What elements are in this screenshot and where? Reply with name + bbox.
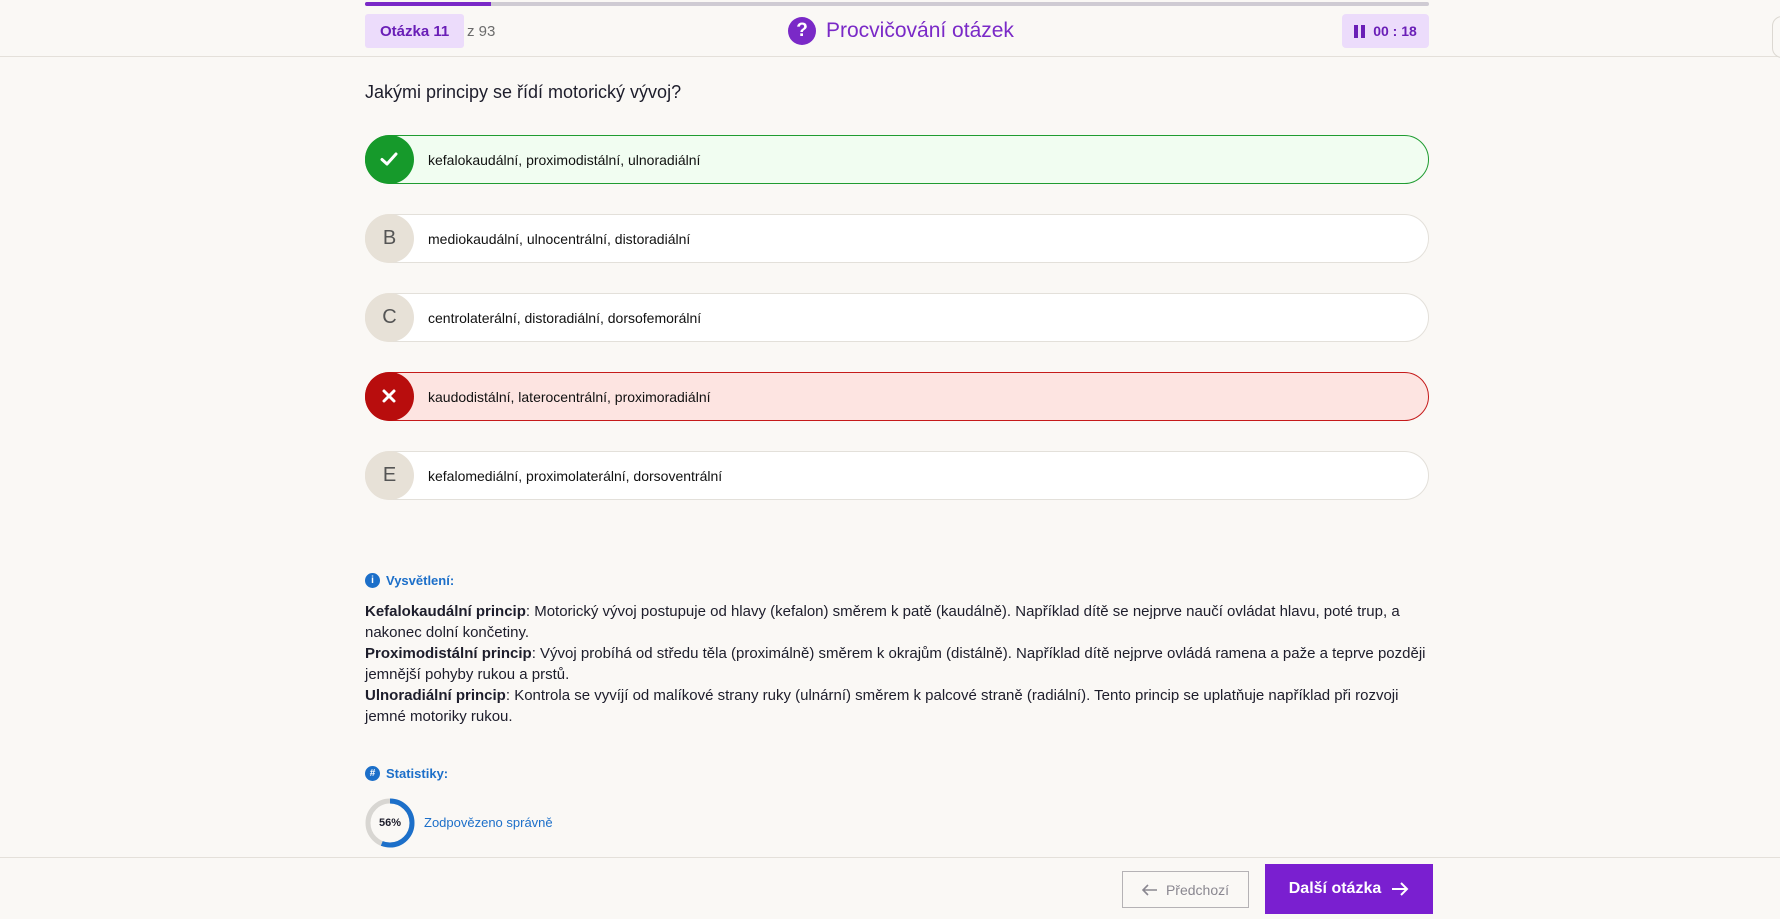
pause-icon: [1354, 24, 1366, 38]
answer-marker: E: [365, 451, 414, 500]
term: Proximodistální princip: [365, 645, 532, 662]
progress-bar: [365, 2, 1429, 6]
question-text: Jakými principy se řídí motorický vývoj?: [365, 82, 682, 102]
explanation-paragraph: Proximodistální princip: Vývoj probíhá o…: [365, 643, 1429, 685]
term: Kefalokaudální princip: [365, 603, 526, 620]
timer-value: 00 : 18: [1373, 23, 1417, 39]
next-question-button-label: Další otázka: [1288, 880, 1382, 897]
answer-option-b[interactable]: B mediokaudální, ulnocentrální, distorad…: [365, 214, 1429, 263]
answer-text: kefalokaudální, proximodistální, ulnorad…: [428, 151, 701, 168]
explanation-paragraph: Ulnoradiální princip: Kontrola se vyvíjí…: [365, 685, 1429, 727]
answer-option-a[interactable]: kefalokaudální, proximodistální, ulnorad…: [364, 134, 1429, 184]
statistics-heading: # Statistiky:: [365, 766, 448, 781]
question-total: z 93: [467, 22, 496, 40]
explanation-paragraph: Kefalokaudální princip: Motorický vývoj …: [365, 601, 1429, 643]
hash-icon: #: [365, 766, 380, 781]
side-panel-handle[interactable]: [1772, 16, 1780, 58]
previous-button-label: Předchozí: [1165, 881, 1230, 898]
page-title: ? Procvičování otázek: [788, 14, 1014, 48]
explanation-text: Kefalokaudální princip: Motorický vývoj …: [365, 601, 1429, 727]
answer-text: centrolaterální, distoradiální, dorsofem…: [428, 309, 702, 326]
statistics-heading-text: Statistiky:: [386, 766, 449, 781]
check-icon: [364, 134, 414, 184]
answer-option-d[interactable]: kaudodistální, laterocentrální, proximor…: [364, 371, 1429, 421]
question-mark-icon: ?: [788, 17, 816, 45]
explanation-heading: i Vysvětlení:: [365, 573, 454, 588]
info-icon: i: [365, 573, 380, 588]
timer-pause-button[interactable]: 00 : 18: [1342, 14, 1429, 48]
answer-option-c[interactable]: C centrolaterální, distoradiální, dorsof…: [365, 293, 1429, 342]
next-question-button[interactable]: Další otázka: [1265, 864, 1433, 914]
answer-marker: C: [365, 293, 414, 342]
question-number-badge: Otázka 11: [365, 14, 465, 48]
arrow-right-icon: [1392, 882, 1409, 896]
arrow-left-icon: [1141, 883, 1157, 896]
footer-bar: [0, 857, 1780, 919]
explanation-heading-text: Vysvětlení:: [386, 573, 455, 588]
top-bar: Otázka 11 z 93 ? Procvičování otázek 00 …: [0, 0, 1780, 58]
term: Ulnoradiální princip: [365, 687, 506, 704]
page-title-text: Procvičování otázek: [826, 19, 1014, 42]
answer-text: kefalomediální, proximolaterální, dorsov…: [428, 467, 723, 484]
previous-button[interactable]: Předchozí: [1122, 871, 1249, 908]
progress-fill: [365, 2, 491, 6]
cross-icon: [364, 371, 414, 421]
answer-text: kaudodistální, laterocentrální, proximor…: [428, 388, 711, 405]
term-description: : Kontrola se vyvíjí od malíkové strany …: [365, 687, 1399, 725]
answer-option-e[interactable]: E kefalomediální, proximolaterální, dors…: [365, 451, 1429, 500]
answer-marker: B: [365, 214, 414, 263]
answer-text: mediokaudální, ulnocentrální, distoradiá…: [428, 230, 691, 247]
success-rate-label: Zodpovězeno správně: [424, 815, 553, 830]
success-rate-value: 56%: [378, 817, 402, 829]
